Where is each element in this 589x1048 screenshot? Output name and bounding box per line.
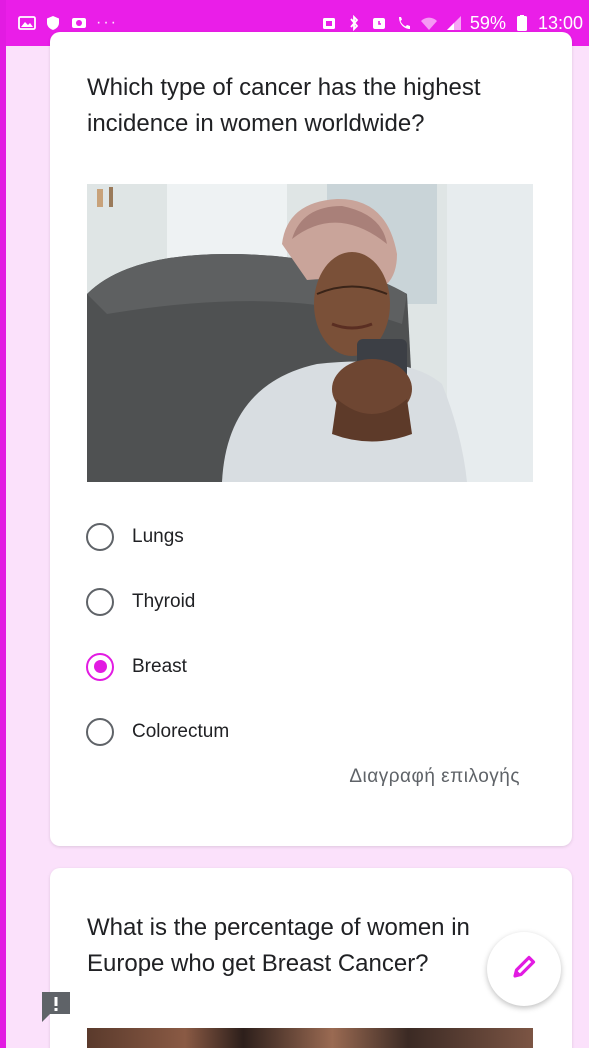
answer-options: Lungs Thyroid Breast Colorectum — [86, 504, 526, 764]
alarm-clock-icon — [370, 15, 388, 31]
radio-button[interactable] — [86, 587, 114, 616]
option-label: Colorectum — [132, 720, 230, 742]
question-title: What is the percentage of women in Europ… — [87, 914, 470, 977]
battery-percent: 59% — [469, 12, 506, 33]
signal-icon — [445, 15, 463, 31]
phone-call-icon — [395, 15, 413, 31]
alarm-icon — [320, 15, 338, 31]
shield-icon — [44, 15, 62, 31]
bluetooth-icon — [345, 15, 363, 31]
image-icon — [18, 15, 36, 31]
question-title: Which type of cancer has the highest inc… — [87, 74, 481, 137]
battery-icon — [513, 15, 531, 31]
option-lungs[interactable]: Lungs — [86, 504, 526, 569]
notification-dots: ··· — [96, 14, 118, 31]
radio-button[interactable] — [86, 522, 114, 551]
report-icon — [40, 992, 72, 1026]
clock: 13:00 — [537, 12, 583, 33]
question-image — [87, 184, 533, 482]
wifi-icon — [420, 15, 438, 31]
option-label: Lungs — [132, 525, 184, 547]
edit-fab-button[interactable] — [487, 932, 561, 1006]
option-breast[interactable]: Breast — [86, 634, 526, 699]
question-image — [87, 1028, 533, 1048]
option-thyroid[interactable]: Thyroid — [86, 569, 526, 634]
clear-selection-button[interactable]: Διαγραφή επιλογής — [349, 766, 520, 788]
pencil-icon — [507, 950, 541, 989]
option-colorectum[interactable]: Colorectum — [86, 699, 526, 764]
question-card: Which type of cancer has the highest inc… — [50, 32, 572, 846]
radio-button-selected[interactable] — [86, 652, 114, 681]
window-edge — [0, 0, 6, 1048]
sync-icon — [70, 15, 88, 31]
report-button[interactable] — [40, 990, 72, 1022]
radio-button[interactable] — [86, 717, 114, 746]
option-label: Thyroid — [132, 590, 196, 612]
option-label: Breast — [132, 655, 187, 677]
